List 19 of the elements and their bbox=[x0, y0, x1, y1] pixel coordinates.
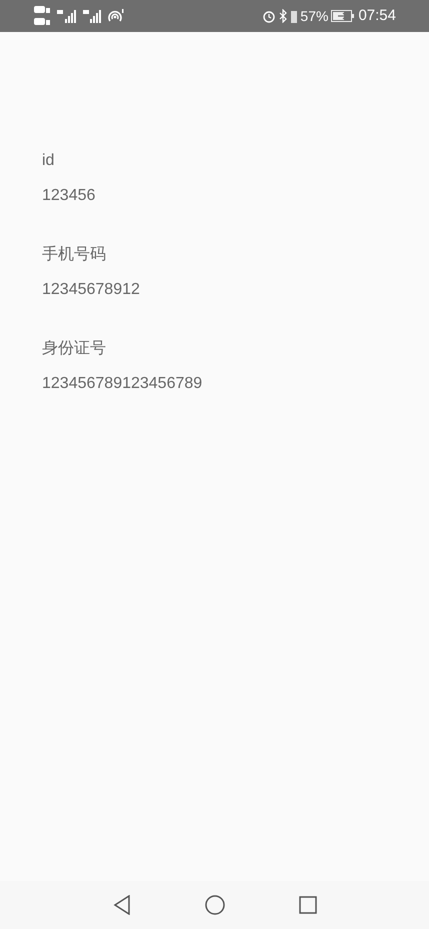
clock-time: 07:54 bbox=[358, 6, 396, 26]
signal-icon bbox=[83, 8, 103, 24]
field-label: 手机号码 bbox=[42, 245, 106, 264]
sim-icon bbox=[33, 4, 53, 28]
field-label: id bbox=[42, 151, 54, 170]
home-icon[interactable] bbox=[204, 895, 224, 915]
field-label: 身份证号 bbox=[42, 339, 106, 358]
hotspot-icon bbox=[107, 8, 125, 24]
alarm-icon bbox=[262, 9, 276, 23]
field-value: 123456 bbox=[42, 186, 96, 205]
bluetooth-icon bbox=[279, 9, 288, 23]
battery-percentage: 57% bbox=[300, 6, 328, 26]
signal-icon bbox=[57, 8, 79, 24]
battery-icon bbox=[291, 9, 298, 23]
battery-charging-icon bbox=[331, 10, 356, 22]
field-value: 123456789123456789 bbox=[42, 374, 202, 393]
field-value: 12345678912 bbox=[42, 280, 140, 299]
recent-apps-icon[interactable] bbox=[298, 896, 316, 914]
back-icon[interactable] bbox=[112, 895, 130, 915]
